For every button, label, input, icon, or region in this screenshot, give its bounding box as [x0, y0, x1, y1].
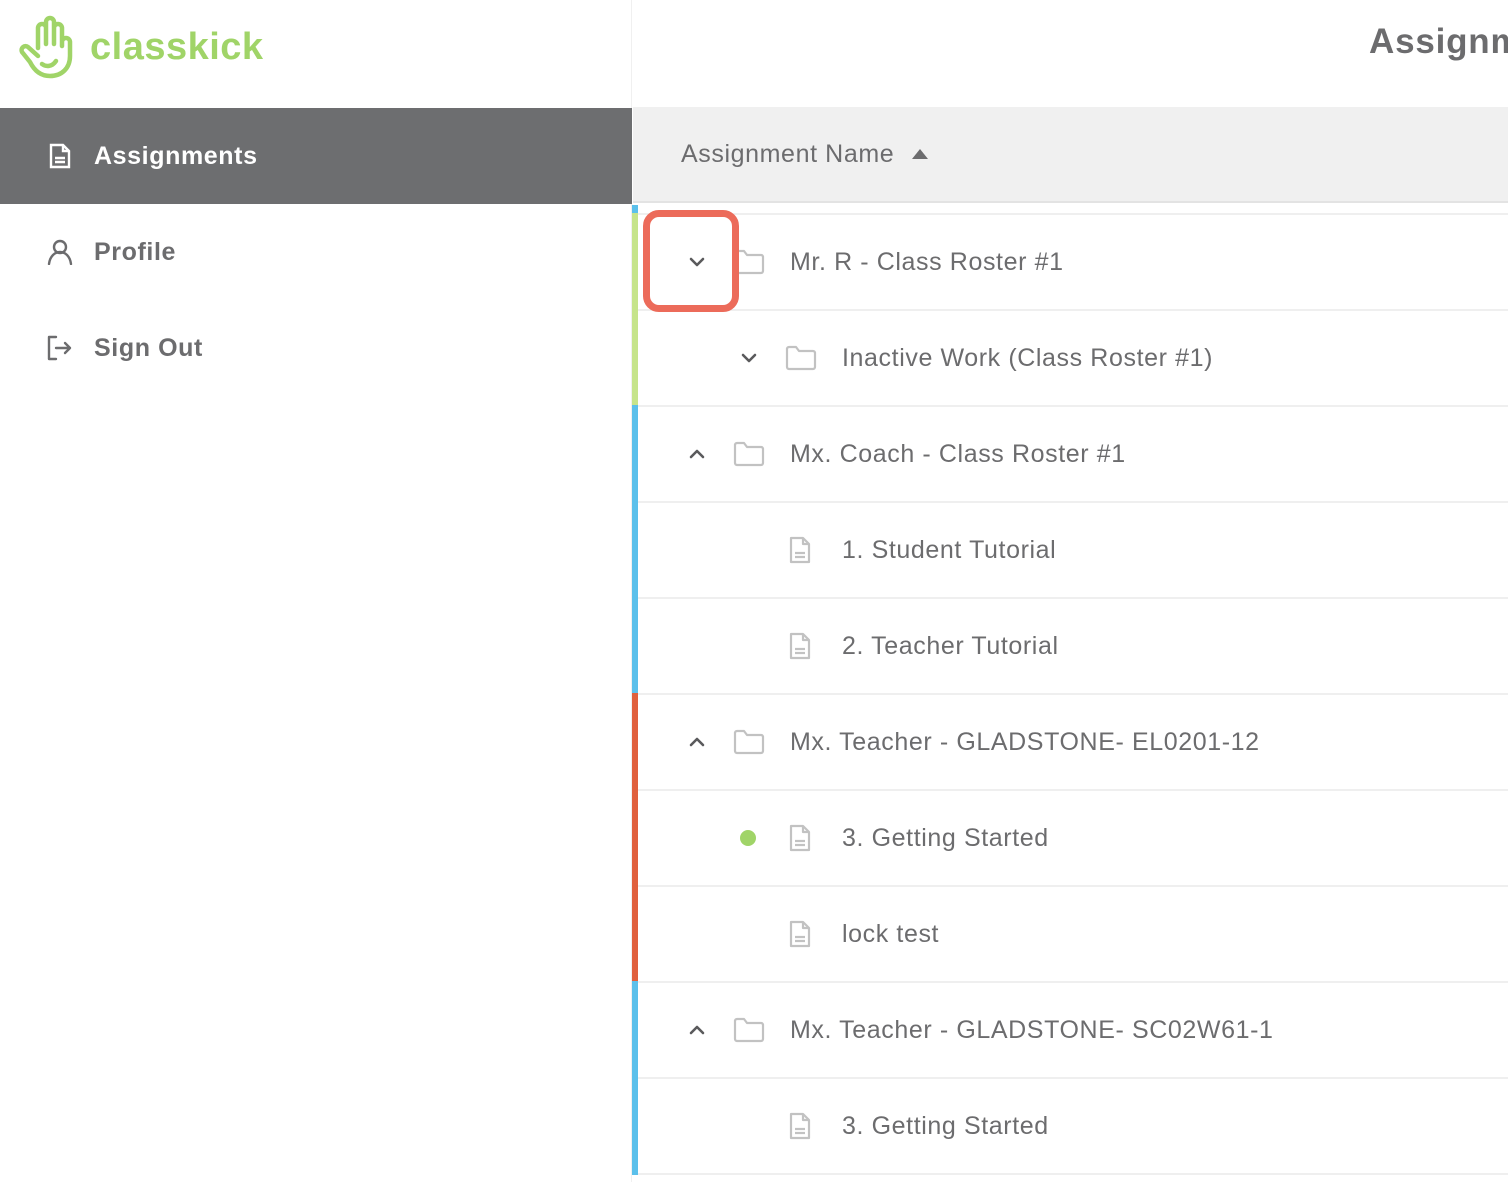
assignment-name[interactable]: 3. Getting Started: [842, 824, 1049, 853]
folder-row[interactable]: Mr. R - Class Roster #1: [632, 213, 1508, 311]
group-color-bar: [632, 597, 638, 695]
sign-out-icon: [46, 334, 74, 362]
assignment-name[interactable]: 2. Teacher Tutorial: [842, 632, 1059, 661]
assignment-name[interactable]: 3. Getting Started: [842, 1112, 1049, 1141]
assignment-row[interactable]: 3. Getting Started: [632, 1077, 1508, 1175]
sidebar-item-profile[interactable]: Profile: [0, 204, 632, 300]
folder-icon: [733, 249, 765, 275]
assignment-list: Mr. R - Class Roster #1 Inactive Work (Cl…: [632, 213, 1508, 1175]
assignment-name[interactable]: 1. Student Tutorial: [842, 536, 1056, 565]
hand-logo-icon: [19, 15, 73, 79]
table-header: Assignment Name: [633, 107, 1508, 203]
folder-icon: [733, 441, 765, 467]
sidebar-item-assignments[interactable]: Assignments: [0, 108, 632, 204]
folder-name[interactable]: Mr. R - Class Roster #1: [790, 248, 1064, 277]
group-color-bar: [632, 501, 638, 599]
assignment-name[interactable]: lock test: [842, 920, 939, 949]
assignment-row[interactable]: 3. Getting Started: [632, 789, 1508, 887]
sidebar-nav: Assignments Profile Sign Out: [0, 108, 632, 396]
chevron-down-icon[interactable]: [685, 250, 709, 274]
folder-icon: [733, 729, 765, 755]
user-icon: [46, 238, 74, 266]
group-color-bar: [632, 693, 638, 791]
document-icon: [789, 536, 811, 564]
sort-ascending-icon[interactable]: [912, 149, 929, 159]
group-color-bar: [632, 789, 638, 887]
sidebar-item-label: Assignments: [94, 141, 258, 170]
document-icon: [789, 920, 811, 948]
logo[interactable]: classkick: [18, 14, 264, 80]
folder-row[interactable]: Inactive Work (Class Roster #1): [632, 309, 1508, 407]
column-header-assignment-name[interactable]: Assignment Name: [681, 140, 894, 169]
folder-name[interactable]: Mx. Teacher - GLADSTONE- SC02W61-1: [790, 1016, 1274, 1045]
document-icon: [789, 824, 811, 852]
assignment-row[interactable]: lock test: [632, 885, 1508, 983]
status-dot: [740, 830, 756, 846]
folder-row[interactable]: Mx. Coach - Class Roster #1: [632, 405, 1508, 503]
folder-icon: [733, 1017, 765, 1043]
chevron-up-icon[interactable]: [685, 730, 709, 754]
folder-name[interactable]: Inactive Work (Class Roster #1): [842, 344, 1213, 373]
group-color-bar: [632, 405, 638, 503]
document-icon: [789, 1112, 811, 1140]
group-color-bar: [632, 1077, 638, 1175]
sidebar-item-label: Profile: [94, 237, 176, 266]
chevron-up-icon[interactable]: [685, 442, 709, 466]
folder-name[interactable]: Mx. Teacher - GLADSTONE- EL0201-12: [790, 728, 1260, 757]
chevron-up-icon[interactable]: [685, 1018, 709, 1042]
folder-name[interactable]: Mx. Coach - Class Roster #1: [790, 440, 1126, 469]
group-color-strip: [632, 205, 638, 213]
assignment-row[interactable]: 1. Student Tutorial: [632, 501, 1508, 599]
document-icon: [46, 142, 74, 170]
sidebar-item-label: Sign Out: [94, 333, 203, 362]
document-icon: [789, 632, 811, 660]
sidebar: classkick Assignments Profile Sign Out: [0, 0, 632, 1182]
group-color-bar: [632, 885, 638, 983]
folder-icon: [785, 345, 817, 371]
folder-row[interactable]: Mx. Teacher - GLADSTONE- SC02W61-1: [632, 981, 1508, 1079]
brand-name: classkick: [90, 25, 264, 68]
assignment-row[interactable]: 2. Teacher Tutorial: [632, 597, 1508, 695]
chevron-down-icon[interactable]: [737, 346, 761, 370]
main-content: Assignments Assignment Name Mr. R - Clas…: [632, 0, 1508, 1182]
group-color-bar: [632, 981, 638, 1079]
group-color-bar: [632, 309, 638, 407]
sidebar-item-sign-out[interactable]: Sign Out: [0, 300, 632, 396]
page-title: Assignments: [1369, 22, 1508, 61]
group-color-bar: [632, 213, 638, 311]
folder-row[interactable]: Mx. Teacher - GLADSTONE- EL0201-12: [632, 693, 1508, 791]
